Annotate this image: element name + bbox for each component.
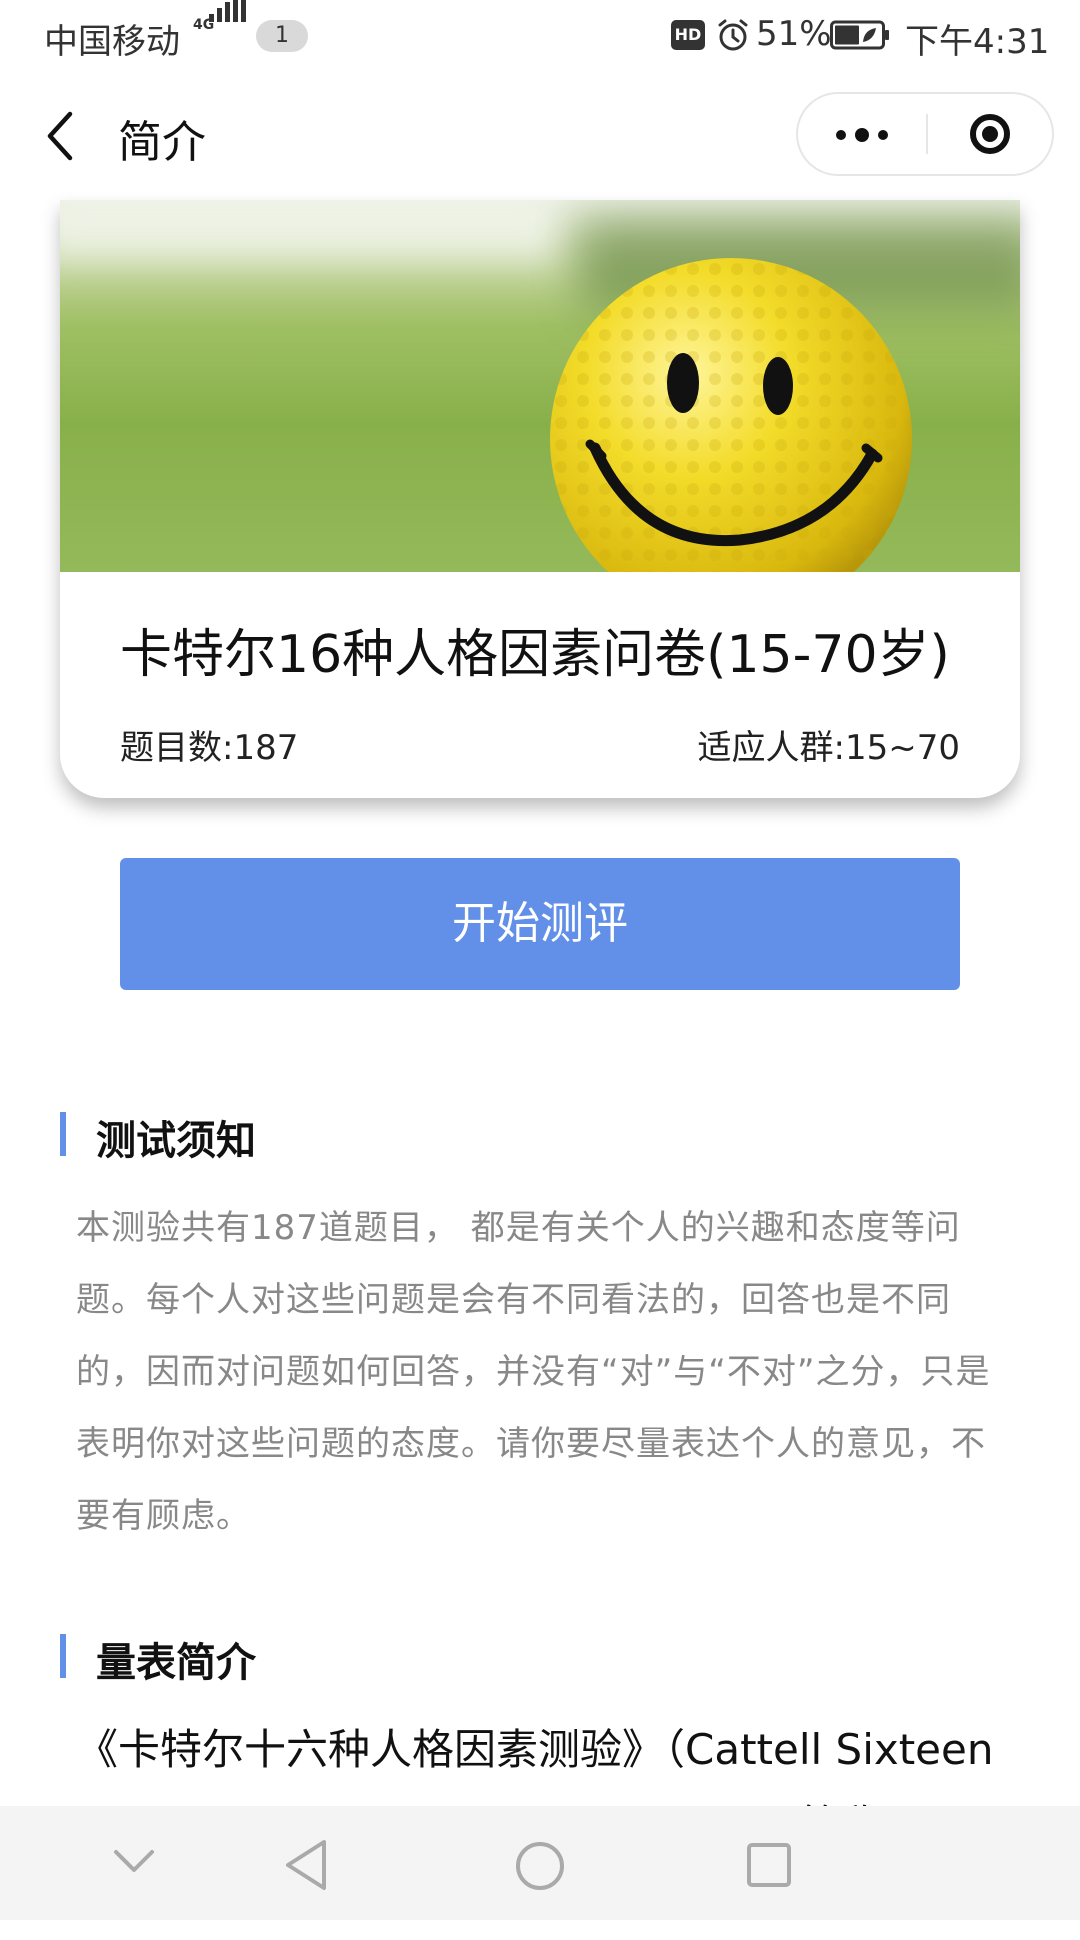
question-count: 题目数:187: [120, 728, 299, 768]
notice-text: 本测验共有187道题目， 都是有关个人的兴趣和态度等问题。每个人对这些问题是会有…: [76, 1208, 991, 1536]
start-test-button[interactable]: 开始测评: [120, 858, 960, 990]
clock: 下午4:31: [905, 22, 1050, 62]
test-card: 卡特尔16种人格因素问卷(15-70岁) 题目数:187 适应人群:15~70: [60, 200, 1020, 798]
chevron-down-icon[interactable]: [112, 1846, 156, 1876]
hd-icon: HD: [671, 20, 705, 50]
notice-heading-text: 测试须知: [96, 1118, 256, 1164]
signal-icon: 4G: [193, 0, 249, 54]
intro-heading-text: 量表简介: [96, 1640, 256, 1686]
carrier-name: 中国移动: [44, 22, 180, 62]
home-circle-icon[interactable]: [514, 1840, 566, 1892]
target-audience: 适应人群:15~70: [697, 728, 960, 768]
capsule-menu: [796, 92, 1054, 176]
more-dots-icon[interactable]: [798, 94, 926, 174]
hero-image: [60, 200, 1020, 572]
section-accent-bar: [60, 1634, 66, 1678]
battery-icon: [830, 20, 889, 50]
status-bar: 中国移动 4G 1 HD 51% 下午4:31: [0, 0, 1080, 76]
smiley-ball-icon: [550, 258, 912, 572]
system-nav-bar: [0, 1806, 1080, 1920]
alarm-icon: [718, 19, 748, 51]
section-accent-bar: [60, 1112, 66, 1156]
battery-percent: 51%: [756, 14, 832, 54]
back-triangle-icon[interactable]: [282, 1838, 330, 1892]
recents-square-icon[interactable]: [746, 1842, 792, 1888]
notification-badge: 1: [256, 20, 308, 52]
test-title: 卡特尔16种人格因素问卷(15-70岁): [120, 625, 950, 685]
page-title: 简介: [118, 117, 206, 168]
nav-bar: 简介: [0, 76, 1080, 196]
close-target-icon[interactable]: [928, 94, 1052, 174]
back-arrow-icon[interactable]: [36, 106, 86, 166]
